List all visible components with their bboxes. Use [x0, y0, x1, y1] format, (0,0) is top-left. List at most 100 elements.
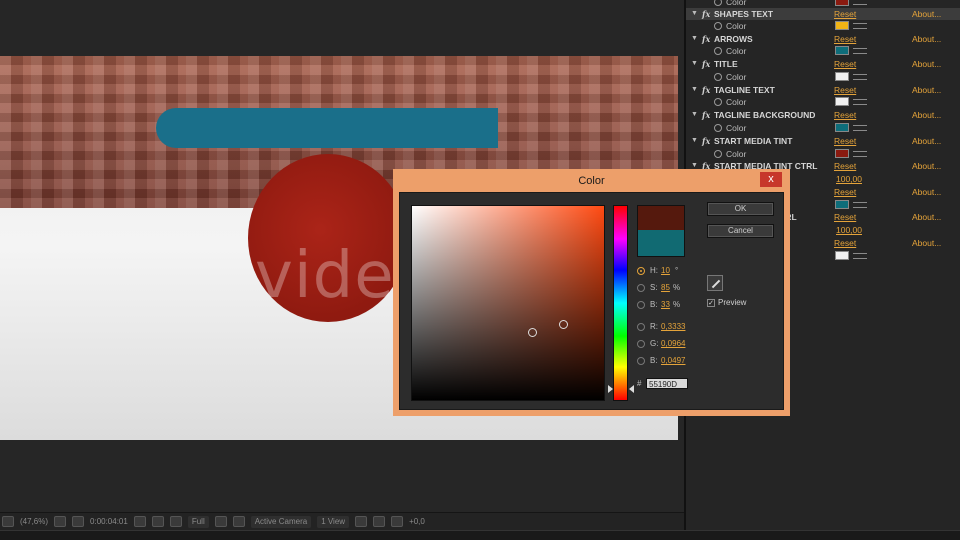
zoom-level[interactable]: (47,6%): [20, 516, 48, 528]
effect-title[interactable]: ▼ fx TITLE Reset About...: [686, 58, 960, 70]
about-link[interactable]: About...: [912, 211, 941, 223]
preview-checkbox[interactable]: ✓ Preview: [707, 297, 746, 309]
camera-dropdown[interactable]: Active Camera: [250, 515, 312, 528]
twirl-down-icon[interactable]: ▼: [691, 109, 698, 121]
close-button[interactable]: x: [760, 172, 782, 187]
resolution-dropdown[interactable]: Full: [187, 515, 209, 528]
stopwatch-icon[interactable]: [714, 124, 722, 132]
reset-link[interactable]: Reset: [834, 58, 856, 70]
view-layout-dropdown[interactable]: 1 View: [317, 515, 350, 528]
color-picker-dialog[interactable]: Color x OK Cancel ✓ Preview H: 10 ° S: 85…: [393, 169, 790, 416]
hue-arrow-right-icon[interactable]: [629, 385, 634, 393]
fast-preview-icon[interactable]: [214, 516, 227, 527]
about-link[interactable]: About...: [912, 33, 941, 45]
toggle-pixel-aspect-icon[interactable]: [355, 516, 368, 527]
effect-shapes-text[interactable]: ▼ fx SHAPES TEXT Reset About...: [686, 8, 960, 20]
color-swatch[interactable]: [835, 97, 849, 106]
stopwatch-icon[interactable]: [714, 22, 722, 30]
mask-visibility-icon[interactable]: [72, 516, 85, 527]
exposure-value[interactable]: +0,0: [409, 516, 425, 528]
twirl-down-icon[interactable]: ▼: [691, 8, 698, 20]
fx-icon[interactable]: fx: [702, 33, 710, 45]
flowchart-icon[interactable]: [373, 516, 386, 527]
about-link[interactable]: About...: [912, 58, 941, 70]
reset-link[interactable]: Reset: [834, 160, 856, 172]
original-color-swatch[interactable]: [637, 230, 685, 257]
eyedropper-icon[interactable]: [707, 275, 723, 291]
about-link[interactable]: About...: [912, 160, 941, 172]
effect-start-media-tint[interactable]: ▼ fx START MEDIA TINT Reset About...: [686, 135, 960, 147]
brightness-value[interactable]: 33: [661, 299, 670, 311]
about-link[interactable]: About...: [912, 109, 941, 121]
reset-link[interactable]: Reset: [834, 237, 856, 249]
brightness-radio[interactable]: [637, 301, 645, 309]
reset-link[interactable]: Reset: [834, 211, 856, 223]
color-swatch[interactable]: [835, 72, 849, 81]
fx-icon[interactable]: fx: [702, 84, 710, 96]
color-swatch[interactable]: [835, 200, 849, 209]
region-of-interest-icon[interactable]: [2, 516, 14, 527]
twirl-down-icon[interactable]: ▼: [691, 33, 698, 45]
fx-icon[interactable]: fx: [702, 109, 710, 121]
dialog-title[interactable]: Color: [397, 171, 786, 191]
fx-icon[interactable]: fx: [702, 135, 710, 147]
hue-slider[interactable]: [613, 205, 628, 401]
transparency-grid-icon[interactable]: [232, 516, 245, 527]
checkbox-icon[interactable]: ✓: [707, 298, 715, 307]
about-link[interactable]: About...: [912, 135, 941, 147]
blue-radio[interactable]: [637, 357, 645, 365]
color-swatch[interactable]: [835, 123, 849, 132]
reset-link[interactable]: Reset: [834, 186, 856, 198]
saturation-radio[interactable]: [637, 284, 645, 292]
blue-value[interactable]: 0,0497: [661, 355, 685, 367]
ok-button[interactable]: OK: [707, 202, 774, 216]
about-link[interactable]: About...: [912, 8, 941, 20]
hue-value[interactable]: 10: [661, 265, 670, 277]
stopwatch-icon[interactable]: [714, 150, 722, 158]
green-radio[interactable]: [637, 340, 645, 348]
reset-link[interactable]: Reset: [834, 33, 856, 45]
stopwatch-icon[interactable]: [714, 98, 722, 106]
about-link[interactable]: About...: [912, 237, 941, 249]
reset-link[interactable]: Reset: [834, 135, 856, 147]
red-value[interactable]: 0,3333: [661, 321, 685, 333]
fx-icon[interactable]: fx: [702, 8, 710, 20]
saturation-value[interactable]: 85: [661, 282, 670, 294]
reset-link[interactable]: Reset: [834, 84, 856, 96]
grid-icon[interactable]: [54, 516, 67, 527]
eyedropper-icon[interactable]: [853, 0, 867, 5]
stopwatch-icon[interactable]: [714, 0, 722, 6]
saturation-brightness-field[interactable]: [411, 205, 605, 401]
about-link[interactable]: About...: [912, 84, 941, 96]
twirl-down-icon[interactable]: ▼: [691, 135, 698, 147]
color-swatch[interactable]: [835, 251, 849, 260]
color-swatch[interactable]: [835, 0, 849, 6]
twirl-down-icon[interactable]: ▼: [691, 58, 698, 70]
twirl-down-icon[interactable]: ▼: [691, 84, 698, 96]
reset-link[interactable]: Reset: [834, 8, 856, 20]
color-cursor-icon[interactable]: [528, 328, 537, 337]
color-channel-icon[interactable]: [169, 516, 182, 527]
slider-value[interactable]: 100,00: [836, 224, 862, 236]
reset-link[interactable]: Reset: [834, 109, 856, 121]
fx-icon[interactable]: fx: [702, 58, 710, 70]
effect-tagline-text[interactable]: ▼ fx TAGLINE TEXT Reset About...: [686, 84, 960, 96]
slider-value[interactable]: 100,00: [836, 173, 862, 185]
stopwatch-icon[interactable]: [714, 47, 722, 55]
stopwatch-icon[interactable]: [714, 73, 722, 81]
eyedropper-icon[interactable]: [853, 151, 867, 157]
eyedropper-icon[interactable]: [853, 125, 867, 131]
eyedropper-icon[interactable]: [853, 253, 867, 259]
eyedropper-icon[interactable]: [853, 74, 867, 80]
effect-tagline-background[interactable]: ▼ fx TAGLINE BACKGROUND Reset About...: [686, 109, 960, 121]
color-swatch[interactable]: [835, 21, 849, 30]
hex-input[interactable]: 55190D: [646, 378, 688, 389]
color-swatch[interactable]: [835, 149, 849, 158]
snapshot-icon[interactable]: [133, 516, 146, 527]
reset-exposure-icon[interactable]: [391, 516, 404, 527]
cancel-button[interactable]: Cancel: [707, 224, 774, 238]
eyedropper-icon[interactable]: [853, 99, 867, 105]
color-swatch[interactable]: [835, 46, 849, 55]
eyedropper-icon[interactable]: [853, 202, 867, 208]
eyedropper-icon[interactable]: [853, 48, 867, 54]
